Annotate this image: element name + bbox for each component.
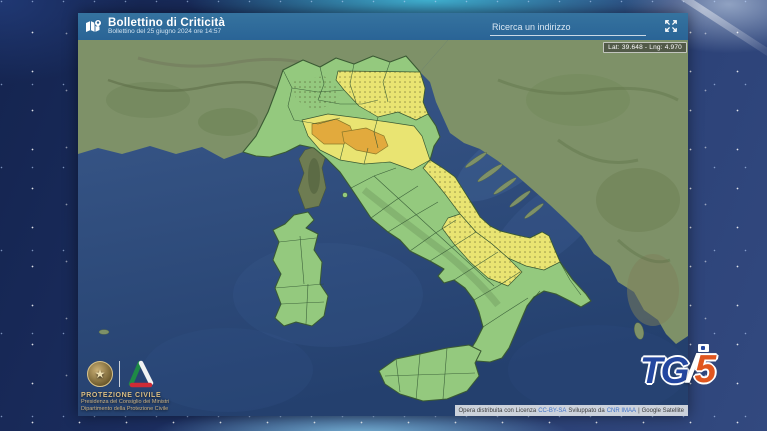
attribution-bar: Opera distribuita con Licenza CC-BY-SA S…	[455, 405, 689, 416]
search-input[interactable]	[490, 20, 646, 36]
seal-star: ★	[95, 368, 106, 380]
attribution-dev-text: Sviluppato da	[568, 408, 604, 414]
expand-arrows-icon	[664, 19, 678, 33]
map-source-label: Google Satellite	[642, 408, 684, 414]
map-pin-icon	[85, 19, 103, 35]
attribution-text: Opera distribuita con Licenza	[459, 408, 537, 414]
page-subtitle: Bollettino del 25 giugno 2024 ore 14:57	[108, 29, 225, 36]
state-seal-icon: ★	[87, 361, 113, 387]
attribution-separator: |	[638, 408, 640, 414]
tricolor-triangle-icon	[126, 359, 156, 389]
fullscreen-button[interactable]	[663, 19, 679, 35]
protezione-civile-logo: ★ PROTEZIONE CIVILE Presidenza del Consi…	[81, 358, 191, 413]
header-bar: Bollettino di Criticità Bollettino del 2…	[78, 13, 688, 40]
tg5-logo-five: 5	[695, 352, 717, 387]
tg5-logo: TG / 5	[640, 351, 716, 387]
coords-badge: Lat: 39.648 - Lng: 4.970	[603, 42, 687, 53]
tg5-logo-tg: TG	[640, 354, 687, 387]
license-link[interactable]: CC-BY-SA	[538, 408, 566, 414]
bulletin-title-block: Bollettino di Criticità Bollettino del 2…	[78, 17, 225, 36]
tg5-chip-icon	[698, 344, 709, 352]
pc-logo-line2: Dipartimento della Protezione Civile	[81, 406, 191, 413]
logo-divider	[119, 361, 120, 387]
map-panel: Bollettino di Criticità Bollettino del 2…	[78, 13, 688, 416]
tv-frame: Bollettino di Criticità Bollettino del 2…	[0, 0, 767, 431]
address-search	[490, 17, 646, 36]
developer-link[interactable]: CNR IMAA	[607, 408, 636, 414]
